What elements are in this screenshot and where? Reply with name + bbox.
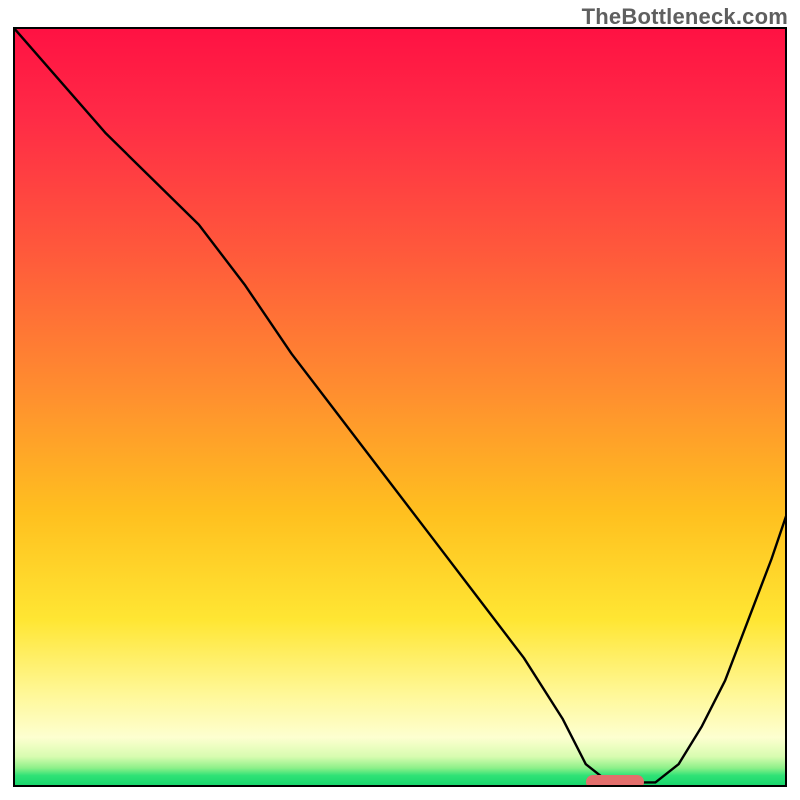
canvas: TheBottleneck.com [0,0,800,800]
plot-area [13,27,787,787]
watermark-label: TheBottleneck.com [582,4,788,30]
bottleneck-curve [13,27,787,787]
optimal-marker [586,775,644,787]
